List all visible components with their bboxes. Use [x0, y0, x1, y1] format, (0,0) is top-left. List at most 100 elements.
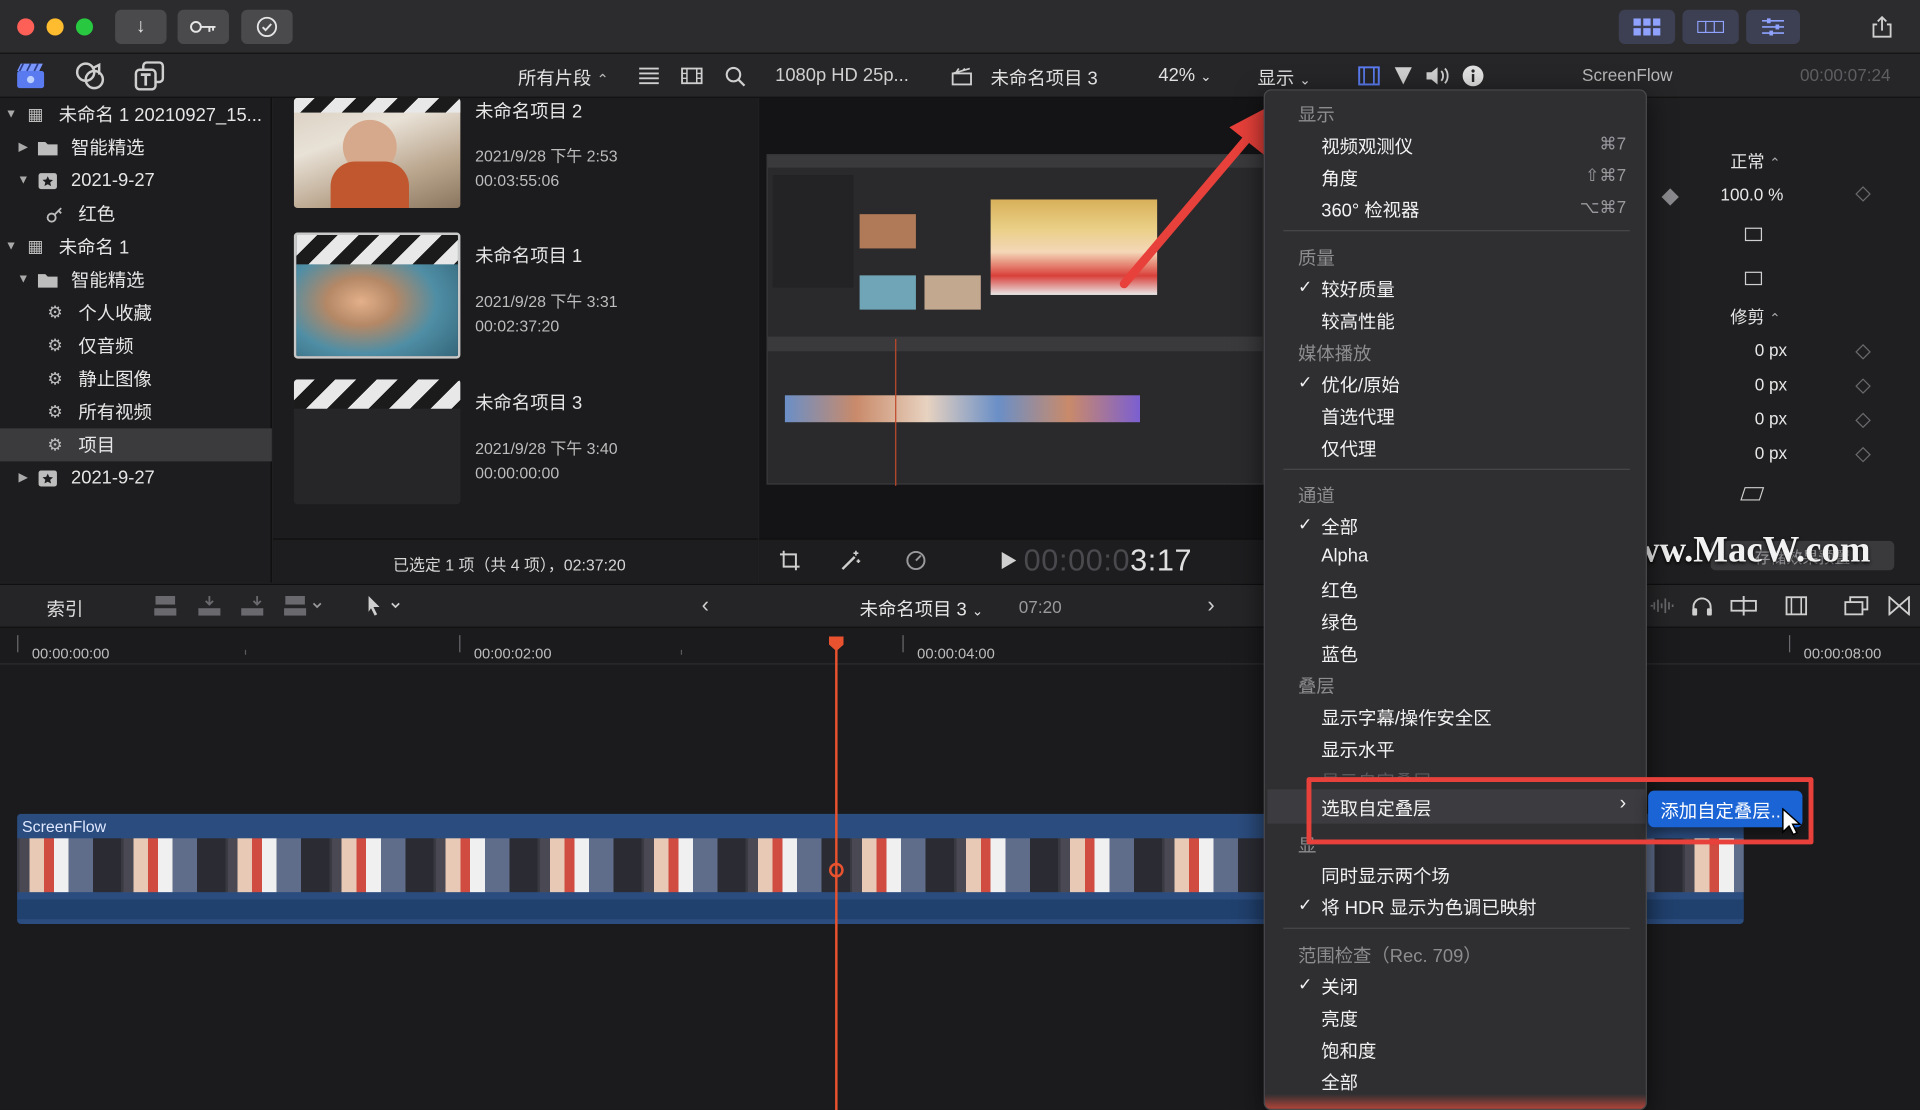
- keyframe-icon[interactable]: [1855, 446, 1871, 463]
- menu-item-channel-blue[interactable]: 蓝色: [1321, 641, 1358, 667]
- menu-item-range-luma[interactable]: 亮度: [1321, 1006, 1358, 1032]
- info-icon[interactable]: [1461, 64, 1485, 88]
- retime-icon[interactable]: [902, 548, 929, 572]
- menu-item-channel-green[interactable]: 绿色: [1321, 609, 1358, 635]
- sidebar-item-projects[interactable]: ⚙ 项目: [0, 428, 272, 462]
- menu-item-range-all[interactable]: 全部: [1321, 1070, 1358, 1096]
- menu-item-range-saturation[interactable]: 饱和度: [1321, 1038, 1376, 1064]
- menu-item-angles[interactable]: 角度: [1321, 165, 1358, 191]
- append-clip-icon[interactable]: [239, 594, 266, 618]
- project-thumbnail[interactable]: [293, 97, 461, 209]
- blend-mode-dropdown[interactable]: 正常 ⌃: [1730, 149, 1780, 173]
- import-button[interactable]: ↓: [115, 9, 167, 45]
- menu-item-range-off[interactable]: 关闭: [1321, 974, 1358, 1000]
- sidebar-item-smart-collections-2[interactable]: ▼ 智能精选: [0, 263, 272, 296]
- menu-item-better-quality[interactable]: 较好质量: [1321, 277, 1394, 303]
- sidebar-item-library-2[interactable]: ▼ ▦ 未命名 1: [0, 230, 272, 263]
- menu-item-channel-alpha[interactable]: Alpha: [1321, 546, 1368, 567]
- sidebar-item-smart-collections[interactable]: ▶ 智能精选: [0, 131, 272, 164]
- insert-clip-icon[interactable]: [196, 594, 223, 618]
- audio-inspector-icon[interactable]: [1424, 65, 1451, 87]
- disclosure-open-icon[interactable]: ▼: [5, 240, 17, 253]
- crop-type-dropdown[interactable]: 修剪 ⌃: [1730, 305, 1780, 329]
- crop-left-value[interactable]: 0 px: [1755, 340, 1787, 360]
- timeline-toggle-button[interactable]: [1682, 9, 1739, 45]
- index-button[interactable]: 索引: [47, 596, 84, 622]
- keyframe-icon[interactable]: [1855, 378, 1871, 394]
- project-thumbnail[interactable]: [293, 379, 461, 505]
- filmstrip-icon[interactable]: [680, 66, 704, 86]
- chevron-right-icon[interactable]: ›: [1207, 592, 1214, 618]
- final-cut-window: ↓ 所有片段 ⌃ 1080p HD 25p... 未命名项目 3 42% ⌄ 显…: [0, 0, 1920, 1110]
- crop-toggle-icon[interactable]: [1744, 271, 1763, 286]
- menu-item-360-viewer[interactable]: 360° 检视器: [1321, 197, 1419, 223]
- list-view-icon[interactable]: [637, 66, 661, 86]
- skimming-icon[interactable]: [1729, 594, 1758, 618]
- select-tool-icon[interactable]: [362, 594, 404, 618]
- disclosure-closed-icon[interactable]: ▶: [17, 141, 29, 154]
- transitions-browser-icon[interactable]: [1886, 594, 1913, 618]
- disclosure-open-icon[interactable]: ▼: [17, 273, 29, 286]
- menu-item-video-scopes[interactable]: 视频观测仪: [1321, 133, 1413, 159]
- close-window-button[interactable]: [17, 18, 35, 36]
- video-inspector-icon[interactable]: [1357, 65, 1381, 87]
- libraries-icon[interactable]: [15, 61, 47, 90]
- sidebar-item-library-1[interactable]: ▼ ▦ 未命名 1 20210927_15...: [0, 98, 272, 131]
- menu-item-channel-all[interactable]: 全部: [1321, 514, 1358, 540]
- inspector-toggle-button[interactable]: [1746, 9, 1801, 45]
- sidebar-item-all-video[interactable]: ⚙ 所有视频: [0, 395, 272, 428]
- disclosure-open-icon[interactable]: ▼: [17, 174, 29, 187]
- menu-item-proxy-only[interactable]: 仅代理: [1321, 436, 1376, 462]
- minimize-window-button[interactable]: [46, 18, 64, 36]
- transform-toggle-icon[interactable]: [1744, 227, 1763, 242]
- keyframe-icon[interactable]: [1855, 344, 1871, 360]
- clip-appearance-icon[interactable]: [1783, 594, 1810, 618]
- photos-audio-icon[interactable]: [73, 61, 107, 90]
- titles-generators-icon[interactable]: [132, 61, 166, 91]
- menu-item-show-both-fields[interactable]: 同时显示两个场: [1321, 863, 1450, 889]
- menu-item-better-performance[interactable]: 较高性能: [1321, 308, 1394, 334]
- connect-clip-icon[interactable]: [152, 594, 179, 618]
- transform-icon[interactable]: [776, 548, 803, 572]
- crop-right-value[interactable]: 0 px: [1755, 374, 1787, 394]
- search-icon[interactable]: [722, 65, 746, 87]
- browser-toggle-button[interactable]: [1618, 9, 1676, 45]
- opacity-value[interactable]: 100.0 %: [1720, 185, 1783, 205]
- zoom-dropdown[interactable]: 42% ⌄: [1158, 65, 1211, 86]
- opacity-slider-knob[interactable]: [1661, 188, 1679, 206]
- sidebar-item-keyword-red[interactable]: 红色: [0, 197, 272, 230]
- color-inspector-icon[interactable]: [1391, 65, 1415, 87]
- disclosure-closed-icon[interactable]: ▶: [17, 471, 29, 484]
- menu-item-optimized-original[interactable]: 优化/原始: [1321, 372, 1400, 398]
- sidebar-item-event-2021-9-27-b[interactable]: ▶ 2021-9-27: [0, 461, 272, 494]
- menu-item-hdr-tone-mapped[interactable]: 将 HDR 显示为色调已映射: [1321, 895, 1536, 921]
- magic-wand-icon[interactable]: [838, 548, 865, 572]
- background-tasks-button[interactable]: [241, 9, 293, 45]
- sidebar-item-favorites[interactable]: ⚙ 个人收藏: [0, 296, 272, 329]
- clip-filter-dropdown[interactable]: 所有片段 ⌃: [518, 65, 609, 91]
- play-icon[interactable]: [999, 551, 1019, 571]
- project-thumbnail-selected[interactable]: [293, 232, 461, 359]
- distort-toggle-icon[interactable]: [1740, 487, 1765, 501]
- chevron-left-icon[interactable]: ‹: [702, 592, 709, 618]
- sidebar-item-event-2021-9-27[interactable]: ▼ 2021-9-27: [0, 164, 272, 197]
- menu-item-proxy-preferred[interactable]: 首选代理: [1321, 404, 1394, 430]
- timeline-project-dropdown[interactable]: 未命名项目 3 ⌄: [860, 596, 984, 622]
- sidebar-item-audio-only[interactable]: ⚙ 仅音频: [0, 329, 272, 362]
- keyframe-icon[interactable]: [1855, 412, 1871, 429]
- menu-item-title-action-safe[interactable]: 显示字幕/操作安全区: [1321, 705, 1491, 731]
- keyframe-icon[interactable]: [1855, 186, 1871, 202]
- sidebar-item-stills[interactable]: ⚙ 静止图像: [0, 362, 272, 395]
- menu-item-show-horizon[interactable]: 显示水平: [1321, 737, 1394, 763]
- share-button[interactable]: [1858, 9, 1906, 45]
- effects-browser-icon[interactable]: [1842, 594, 1871, 618]
- menu-item-channel-red[interactable]: 红色: [1321, 578, 1358, 604]
- crop-bottom-value[interactable]: 0 px: [1755, 443, 1787, 463]
- zoom-window-button[interactable]: [75, 18, 94, 36]
- headphones-icon[interactable]: [1689, 594, 1716, 618]
- keywords-button[interactable]: [177, 9, 229, 45]
- audio-waveform-icon[interactable]: [1648, 594, 1677, 618]
- crop-top-value[interactable]: 0 px: [1755, 409, 1787, 429]
- disclosure-open-icon[interactable]: ▼: [5, 108, 17, 121]
- overwrite-clip-icon[interactable]: [282, 594, 326, 618]
